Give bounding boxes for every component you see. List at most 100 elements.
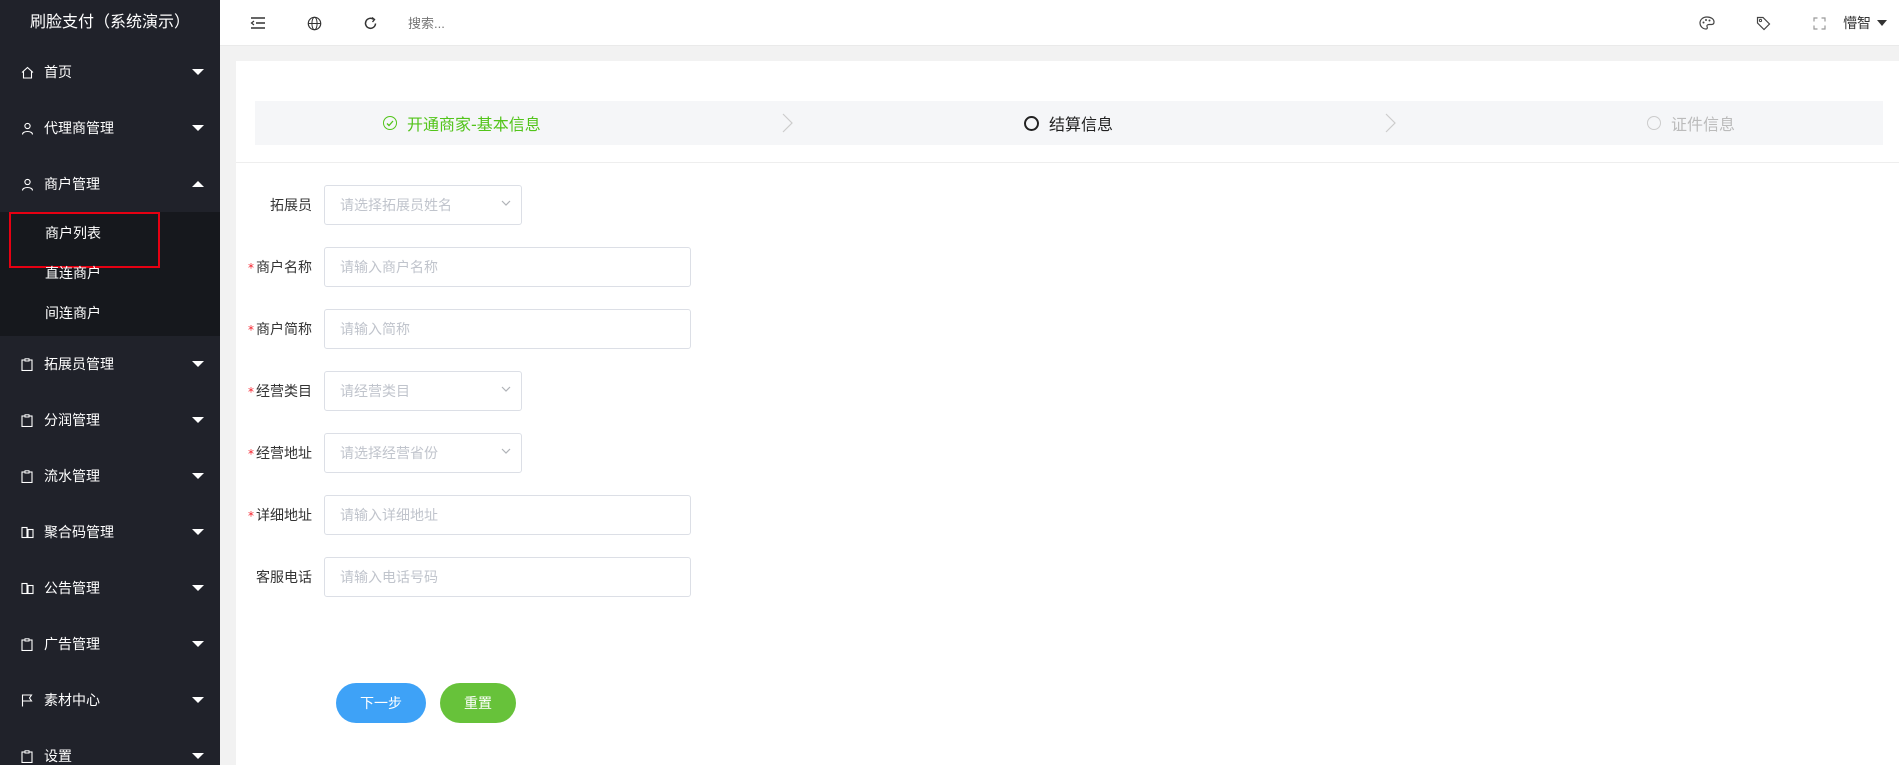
sidebar-item-profit[interactable]: 分润管理 — [0, 392, 220, 448]
home-icon — [20, 65, 34, 79]
chevron-down-icon — [501, 386, 511, 392]
sidebar-item-label: 广告管理 — [44, 637, 100, 653]
chevron-down-icon — [192, 361, 204, 367]
app-brand: 刷脸支付（系统演示） — [0, 0, 220, 44]
steps-bar: 开通商家-基本信息 结算信息 证件信息 — [255, 101, 1883, 145]
chevron-down-icon — [192, 641, 204, 647]
sidebar-item-flow[interactable]: 流水管理 — [0, 448, 220, 504]
clipboard-icon — [20, 637, 34, 651]
sidebar-item-label: 聚合码管理 — [44, 525, 114, 541]
form-row-merchant-name: * 商户名称 请输入商户名称 — [236, 247, 691, 287]
user-menu[interactable]: 懵智 — [1843, 13, 1887, 33]
field-label: * 商户名称 — [248, 260, 312, 276]
chevron-down-icon — [192, 585, 204, 591]
chevron-down-icon — [192, 697, 204, 703]
globe-icon[interactable] — [304, 13, 324, 33]
sidebar-subitem-direct-merchant[interactable]: 直连商户 — [0, 254, 220, 294]
divider — [236, 162, 1899, 163]
form-row-detail-address: * 详细地址 请输入详细地址 — [236, 495, 691, 535]
user-icon — [20, 121, 34, 135]
chevron-right-icon — [782, 113, 793, 133]
field-label: * 详细地址 — [248, 508, 312, 524]
field-label: 拓展员 — [270, 198, 312, 214]
form-row-phone: 客服电话 请输入电话号码 — [236, 557, 691, 597]
next-step-button[interactable]: 下一步 — [336, 683, 426, 723]
layers-icon — [20, 581, 34, 595]
sidebar-item-ads[interactable]: 广告管理 — [0, 616, 220, 672]
reset-button[interactable]: 重置 — [440, 683, 516, 723]
clipboard-icon — [20, 413, 34, 427]
sidebar-item-merchant[interactable]: 商户管理 — [0, 156, 220, 212]
form-row-address: * 经营地址 请选择经营省份 — [236, 433, 522, 473]
circle-icon — [1024, 115, 1039, 131]
phone-input[interactable]: 请输入电话号码 — [324, 557, 691, 597]
menu-toggle-icon[interactable] — [248, 13, 268, 33]
clipboard-icon — [20, 357, 34, 371]
sidebar-item-notice[interactable]: 公告管理 — [0, 560, 220, 616]
sidebar-item-settings[interactable]: 设置 — [0, 728, 220, 765]
step-certificate-info: 证件信息 — [1647, 101, 1735, 145]
form-row-category: * 经营类目 请经营类目 — [236, 371, 522, 411]
sidebar-menu: 首页 代理商管理 商户管理 — [0, 44, 220, 212]
field-label: * 经营类目 — [248, 384, 312, 400]
step-basic-info: 开通商家-基本信息 — [383, 101, 541, 145]
sidebar-item-label: 首页 — [44, 65, 72, 81]
main-panel: 开通商家-基本信息 结算信息 证件信息 拓展员 请选择拓展员姓名 * 商户名称 请… — [236, 61, 1899, 765]
check-circle-icon — [383, 116, 397, 130]
sidebar-item-label: 商户管理 — [44, 177, 100, 193]
step-settlement-info: 结算信息 — [1024, 101, 1113, 145]
detail-address-input[interactable]: 请输入详细地址 — [324, 495, 691, 535]
merchant-submenu: 商户列表 直连商户 间连商户 — [0, 212, 220, 336]
sidebar-item-home[interactable]: 首页 — [0, 44, 220, 100]
form-row-promoter: 拓展员 请选择拓展员姓名 — [236, 185, 522, 225]
chevron-up-icon — [192, 181, 204, 187]
step-label: 开通商家-基本信息 — [407, 115, 541, 134]
clipboard-icon — [20, 749, 34, 763]
user-icon — [20, 177, 34, 191]
sidebar-item-label: 素材中心 — [44, 693, 100, 709]
tag-icon[interactable] — [1753, 13, 1773, 33]
promoter-select[interactable]: 请选择拓展员姓名 — [324, 185, 522, 225]
province-select[interactable]: 请选择经营省份 — [324, 433, 522, 473]
sidebar-item-material[interactable]: 素材中心 — [0, 672, 220, 728]
field-label: 客服电话 — [256, 570, 312, 586]
chevron-down-icon — [501, 448, 511, 454]
sidebar-item-label: 流水管理 — [44, 469, 100, 485]
chevron-down-icon — [192, 417, 204, 423]
sidebar-subitem-merchant-list[interactable]: 商户列表 — [0, 212, 220, 268]
chevron-down-icon — [192, 125, 204, 131]
field-label: * 经营地址 — [248, 446, 312, 462]
sidebar-item-label: 代理商管理 — [44, 121, 114, 137]
sidebar-item-label: 公告管理 — [44, 581, 100, 597]
sidebar-item-agent[interactable]: 代理商管理 — [0, 100, 220, 156]
circle-icon — [1647, 116, 1661, 130]
chevron-down-icon — [192, 473, 204, 479]
chevron-right-icon — [1385, 113, 1396, 133]
sidebar-subitem-indirect-merchant[interactable]: 间连商户 — [0, 294, 220, 334]
palette-icon[interactable] — [1697, 13, 1717, 33]
category-select[interactable]: 请经营类目 — [324, 371, 522, 411]
sidebar-menu-lower: 拓展员管理 分润管理 流水管理 聚合码管理 公告管理 广告管理 素材中心 设置 — [0, 336, 220, 765]
sidebar-item-label: 分润管理 — [44, 413, 100, 429]
merchant-short-name-input[interactable]: 请输入简称 — [324, 309, 691, 349]
step-label: 结算信息 — [1049, 115, 1114, 134]
user-name: 懵智 — [1843, 16, 1871, 32]
field-label: * 商户简称 — [248, 322, 312, 338]
search-input[interactable] — [408, 12, 608, 34]
step-label: 证件信息 — [1671, 115, 1736, 134]
sidebar-item-promoter[interactable]: 拓展员管理 — [0, 336, 220, 392]
chevron-down-icon — [192, 529, 204, 535]
sidebar-item-label: 拓展员管理 — [44, 357, 114, 373]
sidebar: 刷脸支付（系统演示） 首页 代理商管理 商户管理 商户列表 直连商户 间连商户 — [0, 0, 220, 765]
chevron-down-icon — [192, 69, 204, 75]
sidebar-item-label: 设置 — [44, 749, 72, 765]
merchant-name-input[interactable]: 请输入商户名称 — [324, 247, 691, 287]
clipboard-icon — [20, 469, 34, 483]
sidebar-item-qrcode[interactable]: 聚合码管理 — [0, 504, 220, 560]
fullscreen-icon[interactable] — [1809, 13, 1829, 33]
form-row-merchant-short: * 商户简称 请输入简称 — [236, 309, 691, 349]
top-bar: 懵智 — [220, 0, 1899, 46]
chevron-down-icon — [1877, 20, 1887, 26]
layers-icon — [20, 525, 34, 539]
refresh-icon[interactable] — [360, 13, 380, 33]
